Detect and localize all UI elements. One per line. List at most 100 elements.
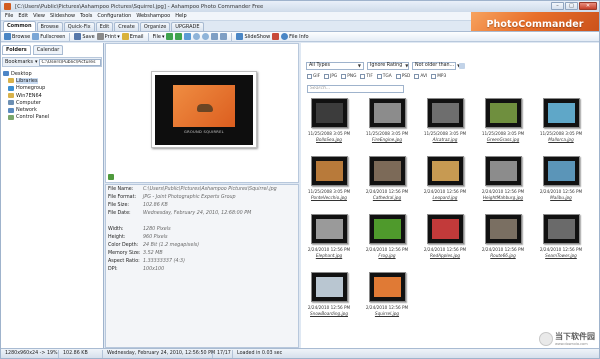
tree-item-network[interactable]: Network — [3, 106, 103, 113]
thumbnail-date: 2/24/2010 12:56 PM — [307, 305, 351, 310]
tree-item-control-panel[interactable]: Control Panel — [3, 114, 103, 121]
rating-filter-dropdown[interactable]: Ignore Rating ▼ — [367, 62, 409, 70]
thumbnail-filename: PonteVecchio.jpg — [311, 195, 347, 200]
browse-button[interactable]: Browse — [4, 33, 30, 40]
tree-item-libraries[interactable]: Libraries — [3, 77, 103, 84]
file-info-button[interactable]: File Info — [281, 33, 309, 40]
info-icon — [281, 33, 289, 40]
thumbnail-item[interactable]: 2/24/2010 12:56 PM Elephant.jpg — [305, 214, 353, 266]
checkbox-png[interactable]: PNG — [341, 74, 356, 79]
thumbnail-item[interactable]: 11/25/2008 3:05 PM Mallorca.jpg — [537, 98, 585, 150]
status-count: 17/17 — [213, 349, 233, 358]
type-filter-dropdown[interactable]: All Types ▼ — [306, 62, 364, 70]
folder-tree: Desktop Libraries Homegroup Win7EN64 Com… — [3, 70, 103, 121]
thumbnail-image — [485, 98, 522, 128]
menu-configuration[interactable]: Configuration — [97, 13, 131, 19]
thumbnail-item[interactable]: 2/24/2010 12:56 PM Route66.jpg — [479, 214, 527, 266]
checkbox-jpg[interactable]: JPG — [324, 74, 337, 79]
checkbox-tif[interactable]: TIF — [360, 74, 373, 79]
thumbnail-filename: Frog.jpg — [378, 253, 396, 258]
thumbnail-item[interactable]: 11/25/2008 3:05 PM PonteVecchio.jpg — [305, 156, 353, 208]
thumbnail-item[interactable]: 2/24/2010 12:56 PM SeamTower.jpg — [537, 214, 585, 266]
minimize-button[interactable]: – — [551, 2, 564, 10]
thumbnail-item[interactable]: 11/25/2008 3:05 PM FireEngine.jpg — [363, 98, 411, 150]
browser-pane: All Types ▼ Ignore Rating ▼ Not older than… — [301, 43, 599, 348]
thumbnail-filename: SeamTower.jpg — [545, 253, 577, 258]
tab-edit[interactable]: Edit — [95, 22, 114, 31]
rotate-left-icon[interactable] — [211, 33, 219, 40]
menu-webshampoo[interactable]: Webshampoo — [136, 13, 170, 19]
checkbox-psd[interactable]: PSD — [395, 74, 410, 79]
status-dimensions: 1280x960x24 -> 19% — [1, 349, 59, 358]
thumbnail-item[interactable]: 2/24/2010 12:56 PM SnowBoarding.jpg — [305, 272, 353, 324]
tab-upgrade[interactable]: UPGRADE — [171, 22, 204, 31]
checkbox-tga[interactable]: TGA — [376, 74, 392, 79]
checkbox-gif[interactable]: GIF — [307, 74, 320, 79]
fullscreen-button[interactable]: Fullscreen — [32, 33, 65, 40]
info-row: File Date: Wednesday, February 24, 2010, … — [108, 211, 252, 216]
tab-folders[interactable]: Folders — [2, 45, 31, 55]
zoom-out-icon[interactable] — [202, 33, 210, 40]
thumbnail-item[interactable]: 2/24/2010 12:56 PM Leopard.jpg — [421, 156, 469, 208]
thumbnail-date: 11/25/2008 3:05 PM — [365, 131, 409, 136]
thumbnail-item[interactable]: 2/24/2010 12:56 PM HeightMahburg.jpg — [479, 156, 527, 208]
zoom-in-icon[interactable] — [193, 33, 201, 40]
thumbnail-image — [427, 156, 464, 186]
save-button[interactable]: Save — [74, 33, 95, 40]
thumbnail-image — [311, 272, 348, 302]
email-button[interactable]: Email — [121, 33, 144, 40]
delete-icon[interactable] — [272, 33, 280, 40]
age-filter-dropdown[interactable]: Not older than...▼ — [412, 62, 460, 70]
slideshow-button[interactable]: SlideShow — [236, 33, 270, 40]
close-button[interactable]: ✕ — [579, 2, 597, 10]
tree-item-desktop[interactable]: Desktop — [3, 70, 103, 77]
thumbnail-item[interactable]: 11/25/2008 3:05 PM Alcatraz.jpg — [421, 98, 469, 150]
menu-help[interactable]: Help — [175, 13, 186, 19]
thumbnail-image — [369, 272, 406, 302]
thumbnail-item[interactable]: 11/25/2008 3:05 PM GreenGrass.jpg — [479, 98, 527, 150]
chevron-down-icon: ▼ — [357, 63, 361, 68]
thumbnail-item[interactable]: 2/24/2010 12:56 PM Malibu.jpg — [537, 156, 585, 208]
menu-tools[interactable]: Tools — [80, 13, 92, 19]
up-arrow-icon[interactable] — [184, 33, 192, 40]
thumbnail-item[interactable]: 2/24/2010 12:56 PM Frog.jpg — [363, 214, 411, 266]
tab-calendar[interactable]: Calendar — [32, 45, 64, 55]
file-menu-button[interactable]: File ▾ — [153, 34, 165, 40]
maximize-button[interactable]: □ — [565, 2, 578, 10]
tab-browse[interactable]: Browse — [36, 22, 63, 31]
checkbox-mp3[interactable]: MP3 — [431, 74, 446, 79]
thumbnail-date: 2/24/2010 12:56 PM — [423, 189, 467, 194]
rotate-right-icon[interactable] — [220, 33, 228, 40]
thumbnail-filename: Leopard.jpg — [432, 195, 458, 200]
thumbnail-item[interactable]: 2/24/2010 12:56 PM Squirrel.jpg — [363, 272, 411, 324]
checkbox-avi[interactable]: AVI — [414, 74, 427, 79]
filter-options-icon[interactable] — [459, 63, 465, 69]
network-icon — [8, 107, 14, 113]
tab-organize[interactable]: Organize — [139, 22, 171, 31]
tree-item-homegroup[interactable]: Homegroup — [3, 85, 103, 92]
menu-file[interactable]: File — [5, 13, 13, 19]
tab-quick-fix[interactable]: Quick-Fix — [63, 22, 95, 31]
search-input[interactable]: Search... — [307, 85, 404, 93]
back-arrow-icon[interactable] — [166, 33, 174, 40]
menu-edit[interactable]: Edit — [18, 13, 28, 19]
tab-create[interactable]: Create — [114, 22, 139, 31]
tree-item-computer[interactable]: Computer — [3, 99, 103, 106]
tab-common[interactable]: Common — [3, 21, 36, 31]
image-preview[interactable]: GROUND SQUIRREL — [105, 43, 299, 183]
menu-view[interactable]: View — [33, 13, 45, 19]
tree-item-user[interactable]: Win7EN64 — [3, 92, 103, 99]
thumbnail-item[interactable]: 11/25/2008 3:05 PM BolloSea.jpg — [305, 98, 353, 150]
chevron-down-icon[interactable]: ▾ — [35, 59, 38, 65]
control-panel-icon — [8, 114, 14, 120]
thumbnail-filename: SnowBoarding.jpg — [310, 311, 348, 316]
thumbnail-item[interactable]: 2/24/2010 12:56 PM RedApples.jpg — [421, 214, 469, 266]
path-combobox[interactable]: C:\Users\Public\Pictures — [39, 58, 101, 66]
bookmarks-button[interactable]: Bookmarks — [5, 59, 33, 65]
photo-content — [173, 85, 235, 127]
thumbnail-item[interactable]: 2/24/2010 12:56 PM Cathedral.jpg — [363, 156, 411, 208]
print-button[interactable]: Print ▾ — [96, 33, 120, 40]
menu-slideshow[interactable]: Slideshow — [50, 13, 75, 19]
forward-arrow-icon[interactable] — [175, 33, 183, 40]
title-bar[interactable]: [C:\Users\Public\Pictures\Ashampoo Pictu… — [1, 1, 599, 12]
